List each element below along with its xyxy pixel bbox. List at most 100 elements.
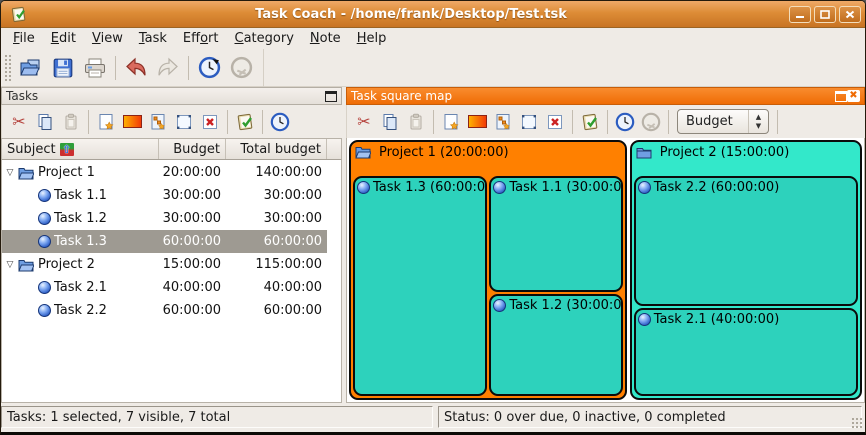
close-button[interactable] [839, 6, 861, 23]
delete-task-button[interactable] [197, 109, 223, 135]
task-orb-icon [357, 181, 370, 194]
status-tasks: Tasks: 1 selected, 7 visible, 7 total [1, 406, 433, 428]
tasks-panel-caption[interactable]: Tasks [1, 87, 342, 105]
category-icon [580, 112, 600, 132]
start-effort-button[interactable] [193, 53, 225, 83]
maximize-pane-icon[interactable] [835, 91, 847, 102]
map-project-2[interactable]: Project 2 (15:00:00) Task 2.2 (60:00:00)… [630, 140, 862, 400]
menu-task[interactable]: Task [131, 29, 175, 48]
total-budget-cell: 115:00:00 [226, 257, 327, 272]
cut-button[interactable]: ✂ [6, 109, 32, 135]
map-task-1-2[interactable]: Task 1.2 (30:00:00) [489, 294, 622, 397]
toolbar-grip[interactable] [4, 54, 11, 82]
open-file-button[interactable] [15, 53, 47, 83]
clock-button[interactable] [267, 109, 293, 135]
color-swatch-button[interactable] [119, 109, 145, 135]
tasks-panel-title: Tasks [6, 89, 38, 103]
square-map-panel: Task square map ✖ ✂ [346, 87, 865, 403]
resize-grip[interactable] [851, 417, 863, 429]
edit-task-icon [520, 113, 538, 131]
minimize-button[interactable] [789, 6, 811, 23]
expand-arrow-icon[interactable]: ▽ [2, 260, 18, 270]
column-header-subject[interactable]: Subject ⇧ [2, 139, 159, 159]
menu-help[interactable]: Help [349, 29, 395, 48]
spinner-arrows-icon[interactable]: ▲▼ [748, 110, 768, 133]
cut-button[interactable]: ✂ [351, 109, 377, 135]
column-header-budget[interactable]: Budget [159, 139, 226, 159]
close-pane-icon[interactable]: ✖ [847, 90, 860, 102]
map-task-2-1-label: Task 2.1 (40:00:00) [654, 312, 780, 327]
budget-cell: 20:00:00 [159, 165, 226, 180]
clock-button[interactable] [612, 109, 638, 135]
task-subject: Project 2 [38, 257, 95, 272]
map-task-2-2[interactable]: Task 2.2 (60:00:00) [634, 176, 858, 306]
table-row-project-2[interactable]: ▽ Project 2 15:00:00 115:00:00 [2, 253, 341, 276]
task-orb-icon [38, 212, 51, 225]
task-orb-icon [493, 299, 506, 312]
table-row-project-1[interactable]: ▽ Project 1 20:00:00 140:00:00 [2, 161, 341, 184]
print-button[interactable] [79, 53, 111, 83]
map-task-1-2-label: Task 1.2 (30:00:00) [509, 298, 620, 313]
table-row-task-1-1[interactable]: Task 1.1 30:00:00 30:00:00 [2, 184, 341, 207]
tasks-panel: Tasks ✂ [1, 87, 342, 403]
color-swatch-icon [468, 115, 487, 128]
edit-task-button[interactable] [516, 109, 542, 135]
task-subject: Task 2.1 [54, 280, 107, 295]
copy-icon [381, 113, 399, 131]
delete-task-button[interactable] [542, 109, 568, 135]
redo-icon [156, 57, 180, 79]
toolbar-separator [115, 56, 116, 80]
open-folder-icon [18, 166, 34, 180]
total-budget-cell: 30:00:00 [226, 211, 327, 226]
undo-button[interactable] [120, 53, 152, 83]
category-button[interactable] [232, 109, 258, 135]
maximize-pane-icon[interactable] [325, 91, 337, 102]
menu-edit[interactable]: Edit [43, 29, 84, 48]
table-row-task-1-2[interactable]: Task 1.2 30:00:00 30:00:00 [2, 207, 341, 230]
color-swatch-button[interactable] [464, 109, 490, 135]
save-file-button[interactable] [47, 53, 79, 83]
task-orb-icon [493, 181, 506, 194]
menu-note[interactable]: Note [302, 29, 349, 48]
tasks-toolbar: ✂ [1, 105, 342, 138]
table-row-task-2-1[interactable]: Task 2.1 40:00:00 40:00:00 [2, 276, 341, 299]
task-orb-icon [638, 181, 651, 194]
task-orb-icon [38, 235, 51, 248]
category-icon [235, 112, 255, 132]
menu-file[interactable]: File [5, 29, 43, 48]
map-task-1-1-label: Task 1.1 (30:00:00) [509, 180, 620, 195]
statusbar: Tasks: 1 selected, 7 visible, 7 total St… [1, 403, 865, 432]
menu-category[interactable]: Category [227, 29, 302, 48]
expand-arrow-icon[interactable]: ▽ [2, 168, 18, 178]
map-project-2-label: Project 2 (15:00:00) [660, 145, 790, 160]
square-map-caption[interactable]: Task square map ✖ [346, 87, 865, 105]
map-task-1-1[interactable]: Task 1.1 (30:00:00) [489, 176, 622, 292]
task-subject: Task 1.2 [54, 211, 107, 226]
map-project-1[interactable]: Project 1 (20:00:00) Task 1.3 (60:00:00)… [349, 140, 627, 400]
map-task-1-3[interactable]: Task 1.3 (60:00:00) [353, 176, 487, 396]
copy-button[interactable] [377, 109, 403, 135]
budget-cell: 40:00:00 [159, 280, 226, 295]
new-task-button[interactable] [438, 109, 464, 135]
menu-effort[interactable]: Effort [175, 29, 227, 48]
table-row-task-2-2[interactable]: Task 2.2 60:00:00 60:00:00 [2, 299, 341, 322]
maximize-button[interactable] [814, 6, 836, 23]
menu-view[interactable]: View [84, 29, 131, 48]
save-file-icon [52, 57, 74, 79]
map-task-2-1[interactable]: Task 2.1 (40:00:00) [634, 308, 858, 396]
edit-task-button[interactable] [171, 109, 197, 135]
new-subtask-button[interactable] [490, 109, 516, 135]
category-button[interactable] [577, 109, 603, 135]
new-task-button[interactable] [93, 109, 119, 135]
view-by-dropdown[interactable]: Budget ▲▼ [677, 109, 769, 134]
sort-ascending-icon: ⇧ [60, 143, 74, 156]
titlebar: Task Coach - /home/frank/Desktop/Test.ts… [1, 1, 865, 28]
undo-icon [124, 57, 148, 79]
view-by-value: Budget [678, 114, 748, 129]
total-budget-cell: 30:00:00 [226, 188, 327, 203]
table-header: Subject ⇧ Budget Total budget [1, 138, 342, 160]
new-subtask-button[interactable] [145, 109, 171, 135]
table-row-task-1-3-selected[interactable]: Task 1.3 60:00:00 60:00:00 [2, 230, 341, 253]
column-header-total-budget[interactable]: Total budget [226, 139, 327, 159]
copy-button[interactable] [32, 109, 58, 135]
